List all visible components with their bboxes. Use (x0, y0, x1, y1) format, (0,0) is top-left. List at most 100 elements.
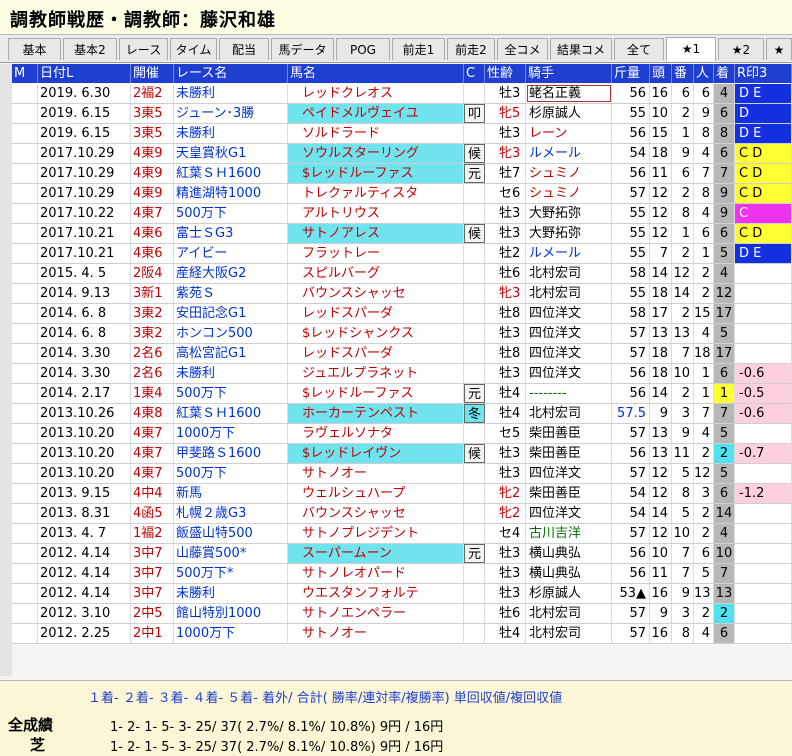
column-header-13[interactable]: R印3 (735, 64, 792, 83)
cell-jockey: 蛯名正義 (526, 84, 612, 103)
cell-race: 天皇賞秋G1 (174, 144, 288, 163)
cell-race: 山藤賞500* (174, 544, 288, 563)
cell-chaku: 7 (714, 404, 735, 423)
cell-race: 産経大阪G2 (174, 264, 288, 283)
row-marker (12, 364, 38, 383)
cell-to: 16 (650, 84, 672, 103)
tab-bar: 基本 基本2 レース タイム 配当 馬データ POG 前走1 前走2 全コメ 結果コメ 全て ★1 ★2 ★ (0, 35, 792, 63)
table-row[interactable]: 2012. 3.10 2中5 館山特別1000 サトノエンペラー 牡6 北村宏司 57 9 3 2… (12, 604, 792, 624)
tab-5[interactable]: 馬データ (271, 38, 334, 60)
cell-to: 10 (650, 104, 672, 123)
cell-nin: 5 (694, 564, 714, 583)
table-row[interactable]: 2019. 6.30 2福2 未勝利 レッドクレオス 牡3 蛯名正義 56 16 6 6 4 D E (12, 84, 792, 104)
column-header-8[interactable]: 斤量 (612, 64, 650, 83)
table-row[interactable]: 2017.10.21 4東6 アイビー フラットレー 牡2 ルメール 55 7 2 1 5 D E (12, 244, 792, 264)
table-row[interactable]: 2014. 6. 8 3東2 ホンコン500 $レッドシャンクス 牡3 四位洋文 57 13 1… (12, 324, 792, 344)
tab-8[interactable]: 前走2 (447, 38, 495, 60)
table-row[interactable]: 2019. 6.15 3東5 ジューン･3勝 ペイドメルヴェイユ叩牝5 杉原誠人 55 10… (12, 104, 792, 124)
tab-14[interactable]: ★ (766, 38, 792, 60)
table-row[interactable]: 2017.10.29 4東9 紅葉ＳＨ1600 $レッドルーファス元牡7 シュミノ 56 1… (12, 164, 792, 184)
cell-ban: 2 (672, 304, 694, 323)
tab-9[interactable]: 全コメ (497, 38, 548, 60)
row-marker (12, 384, 38, 403)
cell-horse: $レッドルーファス (288, 164, 464, 183)
row-marker (12, 344, 38, 363)
cell-sex: セ5 (485, 424, 526, 443)
table-row[interactable]: 2017.10.21 4東6 富士ＳG3 サトノアレス候牡3 大野拓弥 55 12 1 6 6 C … (12, 224, 792, 244)
table-row[interactable]: 2019. 6.15 3東5 未勝利 ソルドラード 牡3 レーン 56 15 1 8 8 D E (12, 124, 792, 144)
table-row[interactable]: 2013. 9.15 4中4 新馬 ウェルシュハープ 牝2 柴田善臣 54 12 8 3 6 -1.2 (12, 484, 792, 504)
table-row[interactable]: 2015. 4. 5 2阪4 産経大阪G2 スピルバーグ 牡6 北村宏司 58 14 12 2 4 (12, 264, 792, 284)
cell-date: 2014. 6. 8 (38, 324, 131, 343)
cell-c (464, 584, 485, 603)
cell-to: 16 (650, 624, 672, 643)
table-row[interactable]: 2014. 9.13 3新1 紫苑Ｓ バウンスシャッセ 牝3 北村宏司 55 18 14 2 12 (12, 284, 792, 304)
tab-13[interactable]: ★2 (718, 38, 764, 60)
column-header-7[interactable]: 騎手 (526, 64, 612, 83)
cell-to: 9 (650, 604, 672, 623)
summary-panel: １着- ２着- ３着- ４着- ５着- 着外/ 合計( 勝率/連対率/複勝率) … (0, 680, 792, 756)
table-row[interactable]: 2013.10.20 4東7 1000万下 ラヴェルソナタ セ5 柴田善臣 57 13 9 4 5 (12, 424, 792, 444)
table-row[interactable]: 2012. 4.14 3中7 500万下* サトノレオパード 牡3 横山典弘 56 11 7 5 7 (12, 564, 792, 584)
table-row[interactable]: 2014. 3.30 2名6 未勝利 ジュエルプラネット 牡3 四位洋文 56 18 10 1 6-… (12, 364, 792, 384)
cell-ban: 10 (672, 364, 694, 383)
tab-1[interactable]: 基本2 (63, 38, 117, 60)
table-row[interactable]: 2013. 4. 7 1福2 飯盛山特500 サトノプレジデント セ4 古川吉洋 57 12 1… (12, 524, 792, 544)
column-header-9[interactable]: 頭 (650, 64, 672, 83)
cell-date: 2013. 4. 7 (38, 524, 131, 543)
table-row[interactable]: 2017.10.29 4東9 天皇賞秋G1 ソウルスターリング候牝3 ルメール 54 18 9… (12, 144, 792, 164)
tab-7[interactable]: 前走1 (392, 38, 445, 60)
table-row[interactable]: 2014. 2.17 1東4 500万下 $レッドルーファス元牡4 -------- 56… (12, 384, 792, 404)
tab-10[interactable]: 結果コメ (550, 38, 612, 60)
cell-to: 17 (650, 304, 672, 323)
cell-chaku: 4 (714, 264, 735, 283)
table-row[interactable]: 2013.10.26 4東8 紅葉ＳＨ1600 ホーカーテンペスト冬牡4 北村宏司 57.… (12, 404, 792, 424)
column-header-2[interactable]: 開催 (131, 64, 174, 83)
tab-4[interactable]: 配当 (219, 38, 269, 60)
table-row[interactable]: 2014. 3.30 2名6 高松宮記G1 レッドスパーダ 牡8 四位洋文 57 18 7 18 1… (12, 344, 792, 364)
cell-chaku: 6 (714, 224, 735, 243)
table-row[interactable]: 2013.10.20 4東7 500万下 サトノオー 牡3 四位洋文 57 12 5 12 5 (12, 464, 792, 484)
column-header-12[interactable]: 着 (714, 64, 735, 83)
table-row[interactable]: 2012. 4.14 3中7 未勝利 ウエスタンフォルテ 牡3 杉原誠人 53▲ 16 9 13 1… (12, 584, 792, 604)
tab-6[interactable]: POG (336, 38, 390, 60)
cell-kin: 55 (612, 284, 650, 303)
cell-horse: $レッドシャンクス (288, 324, 464, 343)
column-header-11[interactable]: 人 (694, 64, 714, 83)
column-header-0[interactable]: M (12, 64, 38, 83)
cell-kaisai: 4東7 (131, 204, 174, 223)
cell-nin: 7 (694, 404, 714, 423)
cell-kin: 55 (612, 224, 650, 243)
column-header-5[interactable]: C (464, 64, 485, 83)
summary-values-turf: 1- 2- 1- 5- 3- 25/ 37( 2.7%/ 8.1%/ 10.8%… (110, 740, 444, 755)
tab-2[interactable]: レース (119, 38, 168, 60)
column-header-4[interactable]: 馬名 (288, 64, 464, 83)
table-row[interactable]: 2013.10.20 4東7 甲斐路Ｓ1600 $レッドレイヴン候牡3 柴田善臣 56 13… (12, 444, 792, 464)
cell-horse: アルトリウス (288, 204, 464, 223)
table-row[interactable]: 2013. 8.31 4函5 札幌２歳G3 バウンスシャッセ 牝2 四位洋文 54 14 5 2 1… (12, 504, 792, 524)
cell-c: 候 (464, 224, 485, 243)
cell-chaku: 12 (714, 284, 735, 303)
cell-jockey: 柴田善臣 (526, 444, 612, 463)
cell-date: 2012. 2.25 (38, 624, 131, 643)
cell-jockey: レーン (526, 124, 612, 143)
cell-race: 高松宮記G1 (174, 344, 288, 363)
summary-label-all: 全成績 (8, 716, 54, 734)
cell-r3 (735, 424, 792, 443)
table-row[interactable]: 2012. 2.25 2中1 1000万下 サトノオー 牡4 北村宏司 57 16 8 4 6 (12, 624, 792, 644)
tab-0[interactable]: 基本 (8, 38, 61, 60)
cell-c (464, 184, 485, 203)
cell-kaisai: 2中1 (131, 624, 174, 643)
tab-3[interactable]: タイム (170, 38, 217, 60)
column-header-6[interactable]: 性齢 (485, 64, 526, 83)
column-header-1[interactable]: 日付L (38, 64, 131, 83)
tab-11[interactable]: 全て (614, 38, 664, 60)
table-row[interactable]: 2012. 4.14 3中7 山藤賞500* スーパームーン元牡3 横山典弘 56 10 7 6… (12, 544, 792, 564)
cell-nin: 8 (694, 184, 714, 203)
table-row[interactable]: 2017.10.22 4東7 500万下 アルトリウス 牡3 大野拓弥 55 12 8 4 9 C (12, 204, 792, 224)
tab-12[interactable]: ★1 (666, 37, 716, 61)
column-header-3[interactable]: レース名 (174, 64, 288, 83)
table-row[interactable]: 2014. 6. 8 3東2 安田記念G1 レッドスパーダ 牡8 四位洋文 58 17 2 15 1… (12, 304, 792, 324)
table-row[interactable]: 2017.10.29 4東9 精進湖特1000 トレクァルティスタ セ6 シュミノ 57 12… (12, 184, 792, 204)
column-header-10[interactable]: 番 (672, 64, 694, 83)
